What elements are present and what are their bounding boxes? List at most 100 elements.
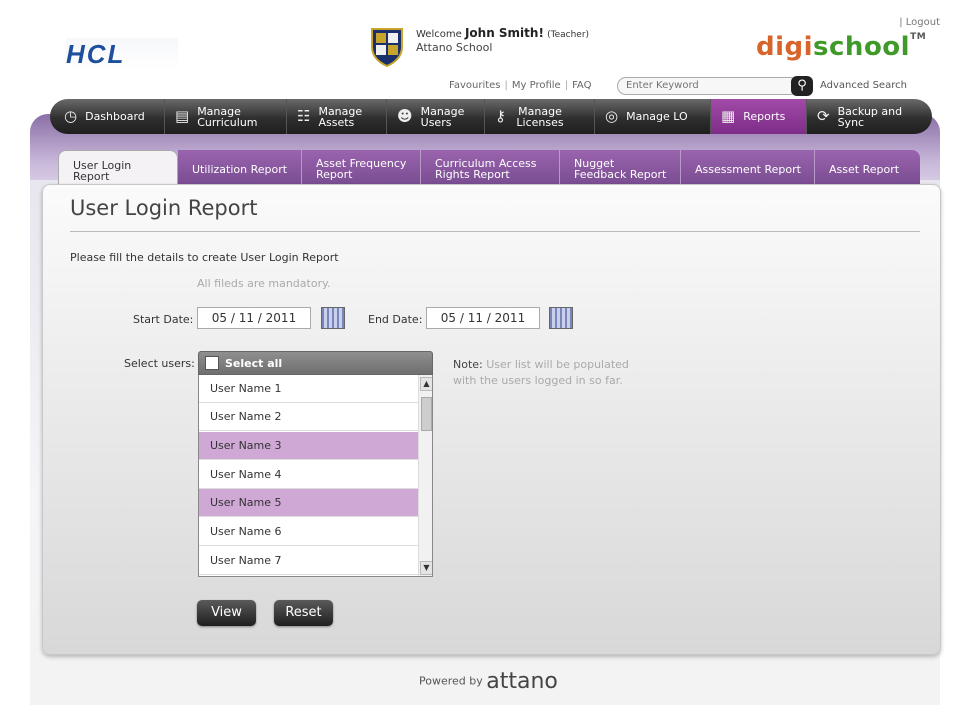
tab-label: Assessment Report [695,162,801,176]
dashboard-icon: ◷ [64,107,78,125]
select-all-checkbox[interactable] [205,356,219,370]
nav-label: Dashboard [85,110,145,123]
list-item[interactable]: User Name 6 [199,518,419,546]
user-name-item: User Name 2 [210,410,282,423]
advanced-search-link[interactable]: Advanced Search [820,80,907,91]
list-item[interactable]: User Name 3 [199,432,419,460]
user-name-item: User Name 4 [210,468,282,481]
select-all-header[interactable]: Select all [198,351,433,375]
faq-link[interactable]: FAQ [572,80,591,91]
target-icon: ◎ [605,107,619,125]
select-users-label: Select users: [124,357,195,370]
select-all-label: Select all [225,356,283,370]
nav-label: Reports [743,110,786,123]
tab-asset-report[interactable]: Asset Report [815,150,920,184]
nav-label: Backup and Sync [837,104,903,129]
list-item[interactable]: User Name 4 [199,461,419,489]
tab-label: Asset Report [829,162,900,176]
nav-manage-users[interactable]: ☻ Manage Users [387,99,485,134]
user-name-item: User Name 1 [210,382,282,395]
report-tabs: User Login Report Utilization Report Ass… [58,150,924,186]
start-date-calendar-icon[interactable] [321,307,345,329]
user-name: John Smith! [464,26,544,40]
note-line-1: User list will be populated [486,358,629,371]
list-item[interactable]: User Name 5 [199,489,419,517]
tab-label: Utilization Report [192,162,288,176]
tab-assessment-report[interactable]: Assessment Report [681,150,815,184]
reset-button[interactable]: Reset [274,600,333,626]
user-role: (Teacher) [547,30,590,40]
list-item[interactable]: User Name 1 [199,375,419,403]
nav-manage-licenses[interactable]: ⚷ Manage Licenses [485,99,595,134]
tab-label: User Login Report [73,158,132,183]
nav-manage-assets[interactable]: ☷ Manage Assets [287,99,387,134]
start-date-input[interactable] [197,307,311,329]
tab-curriculum-access-rights-report[interactable]: Curriculum Access Rights Report [421,150,560,184]
instruction-text: Please fill the details to create User L… [70,251,339,264]
logout-link[interactable]: | Logout [899,17,940,28]
tab-asset-frequency-report[interactable]: Asset Frequency Report [302,150,421,184]
end-date-input[interactable] [426,307,540,329]
welcome-prefix: Welcome [416,29,462,40]
note-text: Note: User list will be populated with t… [453,357,629,389]
tab-utilization-report[interactable]: Utilization Report [178,150,302,184]
tab-label: Asset Frequency Report [316,157,407,181]
school-name: Attano School [416,41,493,54]
list-item[interactable]: User Name 2 [199,403,419,431]
user-name-item: User Name 5 [210,496,282,509]
nav-label: Manage Users [420,104,465,129]
brand-digi: digi [756,32,814,62]
footer: Powered by attano [419,669,558,694]
search-icon[interactable]: ⚲ [791,76,813,96]
favourites-link[interactable]: Favourites [449,80,501,91]
brand-tm: TM [910,32,927,42]
hcl-logo: HCL [66,38,178,70]
user-list-scrollbar[interactable]: ▲ ▼ [418,375,432,576]
nav-backup-sync[interactable]: ⟳ Backup and Sync [807,99,932,134]
curriculum-icon: ▤ [175,107,190,125]
top-links: Favourites | My Profile | FAQ [449,80,592,91]
scroll-thumb[interactable] [421,397,432,431]
note-line-2: with the users logged in so far. [453,374,623,387]
my-profile-link[interactable]: My Profile [512,80,561,91]
nav-manage-lo[interactable]: ◎ Manage LO [595,99,711,134]
title-divider [70,231,920,232]
nav-reports[interactable]: ▦ Reports [711,99,807,134]
attano-logo: attano [486,669,558,694]
user-list: User Name 1 User Name 2 User Name 3 User… [198,375,433,577]
digischool-logo: digischoolTM [756,32,926,62]
nav-label: Manage Curriculum [197,104,258,129]
tab-user-login-report[interactable]: User Login Report [58,150,178,186]
tab-label: Nugget Feedback Report [574,157,667,181]
search-input[interactable] [617,77,799,95]
nav-manage-curriculum[interactable]: ▤ Manage Curriculum [165,99,287,134]
nav-label: Manage Licenses [516,104,564,129]
end-date-calendar-icon[interactable] [549,307,573,329]
scroll-down-icon[interactable]: ▼ [420,561,432,575]
user-name-item: User Name 3 [210,439,282,452]
key-icon: ⚷ [495,107,506,125]
tab-label: Curriculum Access Rights Report [435,157,537,181]
assets-icon: ☷ [297,107,311,125]
note-label: Note: [453,358,483,371]
user-name-item: User Name 7 [210,554,282,567]
end-date-label: End Date: [368,313,423,326]
school-crest-icon [371,28,403,67]
nav-label: Manage LO [626,110,688,123]
view-button[interactable]: View [197,600,256,626]
nav-label: Manage Assets [318,104,363,129]
main-nav: ◷ Dashboard ▤ Manage Curriculum ☷ Manage As… [50,99,932,134]
users-icon: ☻ [397,107,413,125]
clipboard-icon: ▦ [721,107,736,125]
tab-nugget-feedback-report[interactable]: Nugget Feedback Report [560,150,681,184]
nav-dashboard[interactable]: ◷ Dashboard [50,99,165,134]
welcome-text: Welcome John Smith! (Teacher) [416,26,589,42]
mandatory-text: All fileds are mandatory. [197,277,331,290]
powered-by-text: Powered by [419,674,483,688]
start-date-label: Start Date: [133,313,194,326]
brand-school: school [813,32,911,62]
sync-icon: ⟳ [817,107,830,125]
scroll-up-icon[interactable]: ▲ [420,377,432,391]
list-item[interactable]: User Name 7 [199,547,419,575]
user-name-item: User Name 6 [210,525,282,538]
